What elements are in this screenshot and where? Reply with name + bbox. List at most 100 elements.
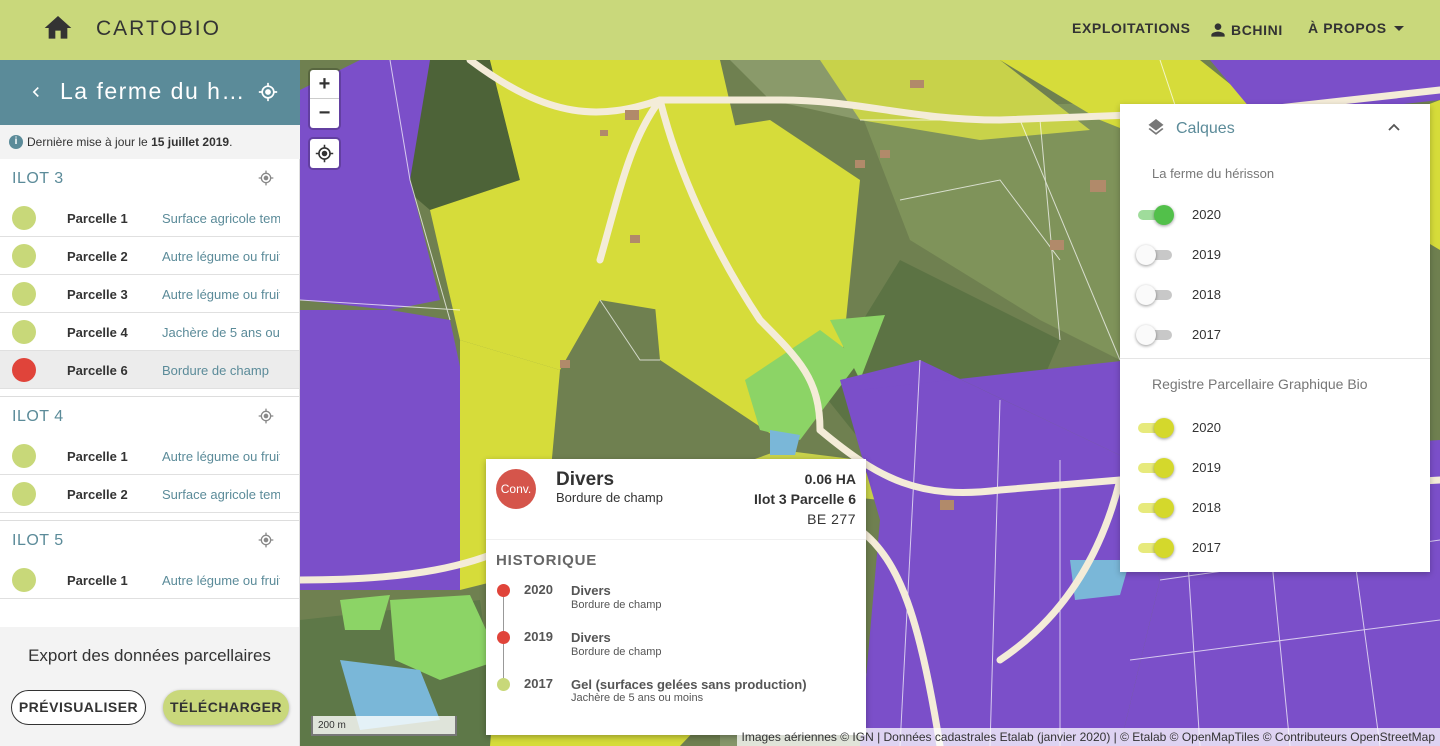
home-icon[interactable]: [42, 12, 74, 44]
parcel-row-selected[interactable]: Parcelle 6 Bordure de champ: [0, 351, 299, 389]
popup-ilot-parcel: Ilot 3 Parcelle 6: [754, 491, 856, 507]
caret-down-icon: [1393, 25, 1404, 31]
toggle-label: 2020: [1192, 420, 1221, 435]
parcel-row[interactable]: Parcelle 4 Jachère de 5 ans ou moins: [0, 313, 299, 351]
parcel-row[interactable]: Parcelle 1 Autre légume ou fruit: [0, 561, 299, 599]
export-panel: Export des données parcellaires PRÉVISUA…: [0, 627, 299, 746]
map-attribution[interactable]: Images aériennes © IGN | Données cadastr…: [736, 728, 1440, 746]
ilot-header[interactable]: ILOT 4: [0, 397, 299, 437]
parcel-row[interactable]: Parcelle 1 Autre légume ou fruit: [0, 437, 299, 475]
parcel-crop: Bordure de champ: [162, 363, 269, 378]
ilot-divider: [0, 513, 299, 521]
popup-crop: Divers: [556, 469, 615, 490]
toggle-label: 2017: [1192, 540, 1221, 555]
status-dot: [12, 320, 36, 344]
zoom-in-button[interactable]: +: [310, 70, 339, 99]
toggle-farm-2018[interactable]: [1136, 284, 1172, 305]
crosshair-icon: [315, 144, 334, 163]
chevron-left-icon[interactable]: [26, 82, 46, 102]
toggle-label: 2017: [1192, 327, 1221, 342]
zoom-out-button[interactable]: −: [310, 99, 339, 128]
zoom-control: + −: [310, 70, 339, 128]
locate-icon[interactable]: [258, 170, 274, 186]
popup-history: HISTORIQUE 2020 Divers Bordure de champ …: [486, 539, 866, 735]
map-view[interactable]: + − Calques La ferme du hérisson 2020 20…: [300, 60, 1440, 746]
toggle-farm-2020[interactable]: [1138, 204, 1174, 225]
status-dot: [12, 444, 36, 468]
farm-title: La ferme du hérisson: [60, 78, 245, 104]
parcel-name: Parcelle 1: [67, 573, 128, 588]
status-dot: [12, 358, 36, 382]
parcel-name: Parcelle 1: [67, 211, 128, 226]
status-dot: [12, 482, 36, 506]
toggle-label: 2019: [1192, 460, 1221, 475]
layers-title: Calques: [1176, 120, 1235, 137]
parcel-crop: Surface agricole temporairement non expl…: [162, 487, 280, 502]
ilot-title: ILOT 3: [12, 170, 64, 187]
parcel-name: Parcelle 3: [67, 287, 128, 302]
nav-exploitations[interactable]: EXPLOITATIONS: [1072, 20, 1191, 36]
toggle-label: 2018: [1192, 500, 1221, 515]
ilot-title: ILOT 4: [12, 408, 64, 425]
farm-header: La ferme du hérisson: [0, 60, 300, 125]
history-crop: Gel (surfaces gelées sans production): [571, 677, 807, 692]
locate-icon[interactable]: [258, 408, 274, 424]
history-year: 2017: [524, 676, 553, 691]
preview-button[interactable]: PRÉVISUALISER: [11, 690, 146, 725]
export-title: Export des données parcellaires: [28, 646, 271, 665]
ilot-title: ILOT 5: [12, 532, 64, 549]
ilot-header[interactable]: ILOT 3: [0, 159, 299, 199]
parcel-crop: Autre légume ou fruit: [162, 249, 280, 264]
locate-icon[interactable]: [258, 532, 274, 548]
scale-bar: 200 m: [311, 716, 457, 736]
history-year: 2019: [524, 629, 553, 644]
sidebar: La ferme du hérisson i Dernière mise à j…: [0, 60, 300, 746]
top-bar: CARTOBIO EXPLOITATIONS BCHINI À PROPOS: [0, 0, 1440, 60]
info-icon: i: [9, 135, 23, 149]
toggle-rpg-2019[interactable]: [1138, 457, 1174, 478]
parcel-row[interactable]: Parcelle 3 Autre légume ou fruit: [0, 275, 299, 313]
chevron-up-icon[interactable]: [1388, 122, 1400, 134]
locate-icon[interactable]: [258, 82, 278, 102]
nav-about[interactable]: À PROPOS: [1308, 20, 1404, 36]
toggle-rpg-2020[interactable]: [1138, 417, 1174, 438]
last-update-line: i Dernière mise à jour le 15 juillet 201…: [0, 125, 300, 159]
parcel-name: Parcelle 4: [67, 325, 128, 340]
history-dot: [497, 584, 510, 597]
update-suffix: .: [229, 135, 233, 149]
user-icon: [1211, 23, 1225, 37]
parcel-row[interactable]: Parcelle 1 Surface agricole temporaireme…: [0, 199, 299, 237]
toggle-label: 2020: [1192, 207, 1221, 222]
history-crop: Divers: [571, 583, 611, 598]
parcel-name: Parcelle 1: [67, 449, 128, 464]
nav-user[interactable]: BCHINI: [1208, 20, 1283, 40]
popup-crop-detail: Bordure de champ: [556, 490, 663, 505]
parcel-list: ILOT 3 Parcelle 1 Surface agricole tempo…: [0, 159, 299, 627]
popup-header: Conv. Divers Bordure de champ 0.06 HA Il…: [486, 459, 866, 539]
toggle-farm-2017[interactable]: [1136, 324, 1172, 345]
download-button[interactable]: TÉLÉCHARGER: [163, 690, 289, 725]
status-dot: [12, 568, 36, 592]
parcel-crop: Autre légume ou fruit: [162, 449, 280, 464]
parcel-name: Parcelle 2: [67, 249, 128, 264]
history-crop-detail: Jachère de 5 ans ou moins: [571, 692, 704, 704]
toggle-rpg-2017[interactable]: [1138, 537, 1174, 558]
parcel-name: Parcelle 6: [67, 363, 128, 378]
toggle-rpg-2018[interactable]: [1138, 497, 1174, 518]
toggle-farm-2019[interactable]: [1136, 244, 1172, 265]
parcel-crop: Autre légume ou fruit: [162, 287, 280, 302]
geolocate-button[interactable]: [310, 139, 339, 168]
toggle-label: 2019: [1192, 247, 1221, 262]
parcel-row[interactable]: Parcelle 2 Surface agricole temporaireme…: [0, 475, 299, 513]
history-crop: Divers: [571, 630, 611, 645]
parcel-popup: Conv. Divers Bordure de champ 0.06 HA Il…: [486, 459, 866, 735]
parcel-crop: Surface agricole temporairement non expl…: [162, 211, 280, 226]
status-dot: [12, 244, 36, 268]
status-dot: [12, 206, 36, 230]
parcel-row[interactable]: Parcelle 2 Autre légume ou fruit: [0, 237, 299, 275]
history-title: HISTORIQUE: [496, 552, 598, 569]
history-dot: [497, 678, 510, 691]
ilot-header[interactable]: ILOT 5: [0, 521, 299, 561]
brand-name[interactable]: CARTOBIO: [96, 17, 221, 41]
nav-user-label: BCHINI: [1231, 22, 1283, 38]
